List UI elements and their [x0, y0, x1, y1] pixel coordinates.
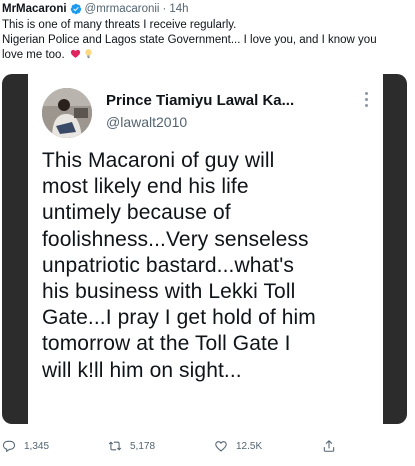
tweet-actions: 1,345 5,178 12.5K — [2, 436, 407, 456]
like-count: 12.5K — [236, 440, 263, 452]
quoted-text-line: his business with Lekki Toll — [42, 280, 296, 304]
quoted-text-line: Gate...I pray I get hold of him — [42, 306, 316, 330]
tweet-timestamp[interactable]: 14h — [169, 2, 188, 16]
like-button[interactable]: 12.5K — [214, 439, 262, 453]
quoted-text-line: tomorrow at the Toll Gate I — [42, 332, 291, 356]
tweet-text-line: This is one of many threats I receive re… — [2, 19, 237, 31]
tweet-text: This is one of many threats I receive re… — [2, 18, 407, 63]
reply-button[interactable]: 1,345 — [2, 439, 49, 453]
tweet-text-line-end: love me too. — [2, 49, 65, 61]
share-icon — [323, 440, 335, 452]
quoted-handle: @lawalt2010 — [106, 114, 188, 130]
retweet-button[interactable]: 5,178 — [108, 439, 155, 453]
lightbulb-emoji — [85, 49, 92, 59]
quoted-text-line: This Macaroni of guy will — [42, 149, 275, 172]
more-options-icon — [358, 88, 374, 110]
quoted-text-line: foolishness...Very senseless — [42, 227, 309, 251]
verified-badge-icon — [70, 3, 81, 15]
tweet-header: MrMacaroni @mrmacaronii · 14h — [2, 2, 189, 16]
quoted-text-line: will k!ll him on sight... — [42, 358, 242, 382]
avatar-photo-icon — [42, 88, 92, 138]
author-handle[interactable]: @mrmacaronii — [85, 2, 160, 16]
quoted-tweet-text: This Macaroni of guy will most likely en… — [42, 148, 382, 384]
retweet-count: 5,178 — [130, 440, 156, 452]
tweet-text-line: Nigerian Police and Lagos state Governme… — [2, 34, 377, 46]
quoted-display-name: Prince Tiamiyu Lawal Ka... — [106, 92, 295, 109]
quoted-avatar — [42, 88, 92, 138]
tweet[interactable]: MrMacaroni @mrmacaronii · 14h This is on… — [0, 0, 415, 466]
header-separator: · — [162, 3, 167, 15]
reply-count: 1,345 — [24, 440, 50, 452]
author-display-name[interactable]: MrMacaroni — [2, 2, 67, 16]
quoted-tweet-screenshot: Prince Tiamiyu Lawal Ka... @lawalt2010 T… — [28, 74, 383, 424]
share-button[interactable] — [322, 439, 344, 453]
reply-icon — [2, 440, 16, 453]
quoted-text-line: untimely because of — [42, 201, 231, 225]
quoted-text-line: most likely end his life — [42, 175, 249, 199]
quoted-text-line: unpatriotic bastard...what's — [42, 253, 294, 277]
like-icon — [215, 441, 227, 452]
retweet-icon — [108, 441, 122, 451]
heart-emoji — [70, 49, 80, 58]
tweet-text-line: love me too. — [2, 48, 407, 63]
tweet-media-image[interactable]: Prince Tiamiyu Lawal Ka... @lawalt2010 T… — [2, 74, 407, 424]
